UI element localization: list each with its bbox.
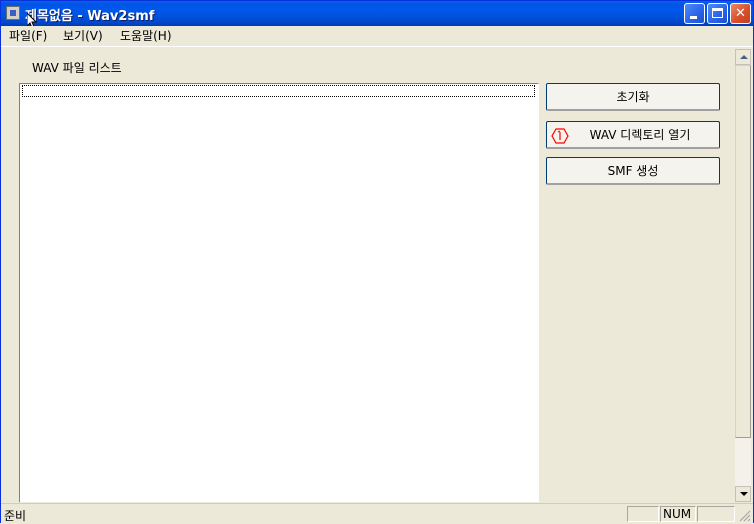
close-icon: ✕ <box>735 6 746 21</box>
create-smf-label: SMF 생성 <box>607 164 659 178</box>
close-button[interactable]: ✕ <box>730 3 751 24</box>
arrow-up-icon <box>740 55 748 59</box>
app-window: 제목없음 - Wav2smf ✕ 파일(F) 보기(V) 도움말(H) WAV … <box>0 0 754 524</box>
main-panel: WAV 파일 리스트 초기화 WAV 디렉토리 열기 SMF 생성 <box>4 49 736 502</box>
status-bar: 준비 NUM <box>1 503 753 524</box>
wav-list-label: WAV 파일 리스트 <box>32 61 122 75</box>
minimize-button[interactable] <box>684 3 705 24</box>
create-smf-button[interactable]: SMF 생성 <box>546 157 720 185</box>
maximize-icon <box>712 8 723 18</box>
reset-button-label: 초기화 <box>616 90 650 104</box>
vertical-scrollbar[interactable] <box>735 49 751 502</box>
app-icon[interactable] <box>6 6 20 20</box>
status-text: 준비 <box>4 509 27 523</box>
open-wav-directory-label: WAV 디렉토리 열기 <box>589 128 691 142</box>
scroll-down-button[interactable] <box>735 486 751 502</box>
title-bar[interactable]: 제목없음 - Wav2smf ✕ <box>1 1 753 29</box>
window-title: 제목없음 - Wav2smf <box>25 9 155 24</box>
scroll-up-button[interactable] <box>735 49 751 65</box>
maximize-button[interactable] <box>707 3 728 24</box>
resize-grip-icon[interactable] <box>739 510 751 522</box>
status-pane-num: NUM <box>660 506 696 522</box>
scroll-thumb[interactable] <box>735 65 751 438</box>
reset-button[interactable]: 초기화 <box>546 83 720 111</box>
status-pane-caps <box>627 506 659 522</box>
red-hexagon-marker-icon <box>551 128 569 144</box>
open-wav-directory-button[interactable]: WAV 디렉토리 열기 <box>546 121 720 149</box>
menu-help[interactable]: 도움말(H) <box>120 28 172 44</box>
arrow-down-icon <box>740 492 748 496</box>
menu-view[interactable]: 보기(V) <box>63 28 103 44</box>
list-focus-row[interactable] <box>22 85 535 97</box>
status-pane-scroll <box>697 506 735 522</box>
wav-file-list[interactable] <box>19 83 539 502</box>
minimize-icon <box>690 16 697 19</box>
menu-file[interactable]: 파일(F) <box>9 28 47 44</box>
menu-bar: 파일(F) 보기(V) 도움말(H) <box>1 26 753 47</box>
